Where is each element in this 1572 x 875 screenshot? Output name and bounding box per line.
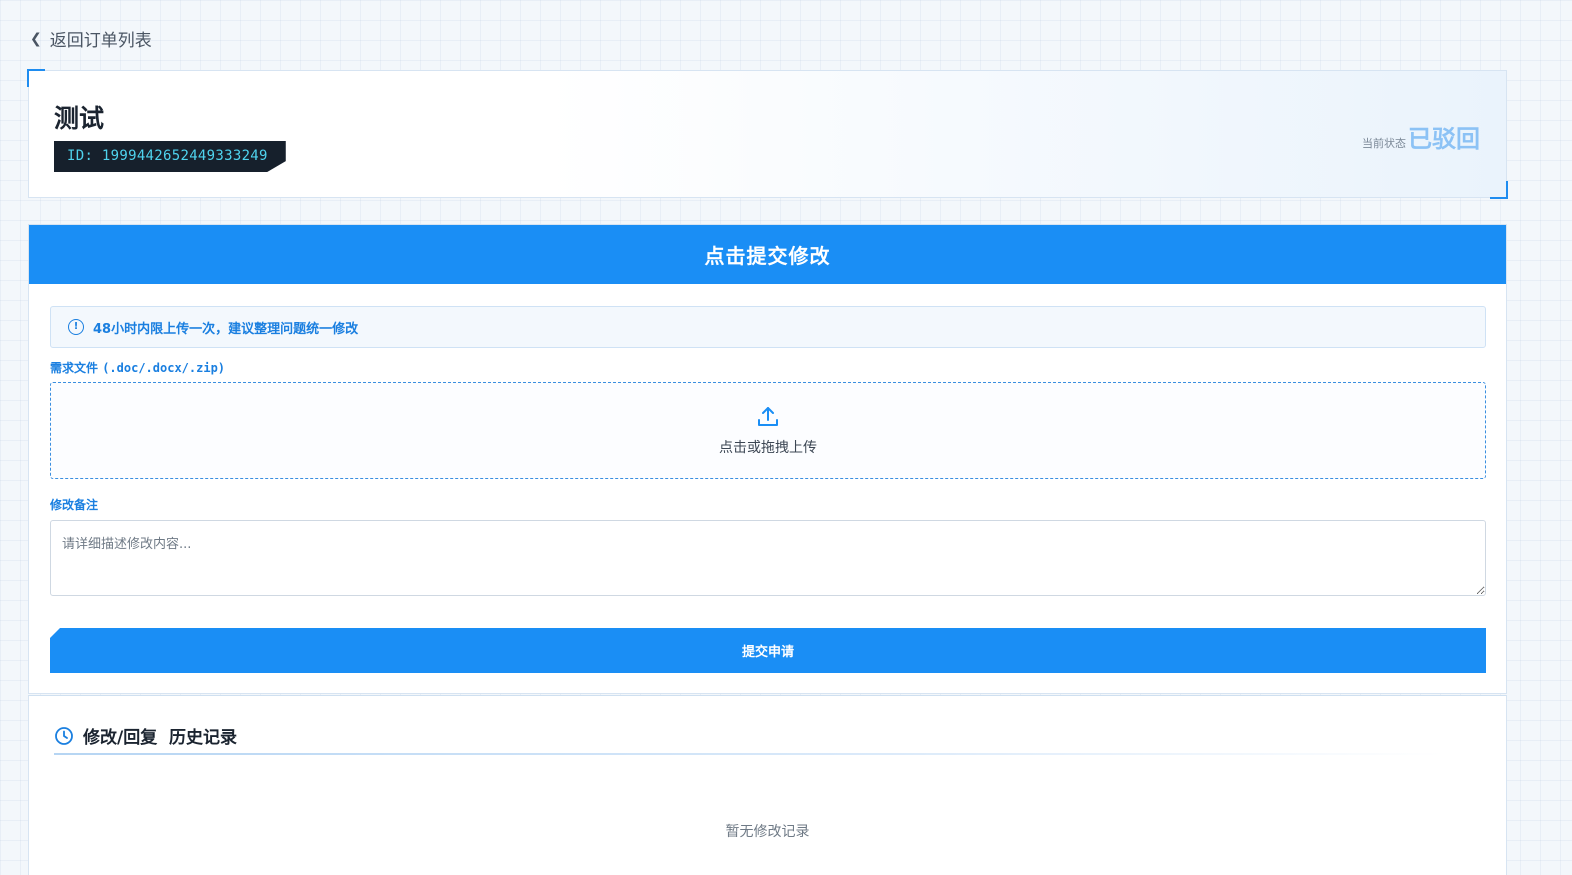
requirement-label-text: 需求文件: [50, 361, 99, 375]
back-link-label: 返回订单列表: [49, 31, 152, 51]
info-circle-icon: !: [68, 319, 84, 335]
order-title: 测试: [54, 104, 105, 133]
history-heading: 修改/回复 历史记录: [54, 723, 237, 748]
panel-banner-title: 点击提交修改: [29, 225, 1506, 284]
requirement-ext-text: (.doc/.docx/.zip): [102, 361, 226, 375]
notice-text: 48小时内限上传一次，建议整理问题统一修改: [93, 321, 359, 337]
history-title: 修改/回复 历史记录: [83, 728, 238, 748]
requirement-file-label: 需求文件 (.doc/.docx/.zip): [50, 359, 225, 376]
modification-note-textarea[interactable]: [50, 520, 1486, 596]
order-id-badge: ID: 1999442652449333249: [54, 141, 286, 172]
status-value: 已驳回: [1408, 125, 1480, 153]
chevron-left-icon: ❮: [30, 30, 42, 47]
submit-request-button[interactable]: 提交申请: [50, 628, 1486, 673]
modification-note-label: 修改备注: [50, 498, 99, 512]
upload-text: 点击或拖拽上传: [719, 439, 817, 456]
history-empty-text: 暂无修改记录: [725, 824, 810, 840]
status-label: 当前状态: [1362, 137, 1406, 150]
history-panel: 修改/回复 历史记录 暂无修改记录: [28, 695, 1507, 875]
upload-limit-notice: ! 48小时内限上传一次，建议整理问题统一修改: [50, 306, 1486, 348]
corner-decoration: [1490, 181, 1508, 199]
corner-decoration: [27, 69, 45, 87]
file-upload-dropzone[interactable]: 点击或拖拽上传: [50, 382, 1486, 479]
submit-modification-panel: 点击提交修改 ! 48小时内限上传一次，建议整理问题统一修改 需求文件 (.do…: [28, 224, 1507, 694]
order-status: 当前状态 已驳回: [1362, 119, 1480, 154]
upload-icon: [758, 406, 778, 426]
history-divider: [54, 753, 1444, 755]
clock-icon: [55, 726, 73, 745]
order-header-card: 测试 ID: 1999442652449333249 当前状态 已驳回: [27, 69, 1508, 199]
back-to-order-list-link[interactable]: ❮ 返回订单列表: [30, 26, 152, 51]
